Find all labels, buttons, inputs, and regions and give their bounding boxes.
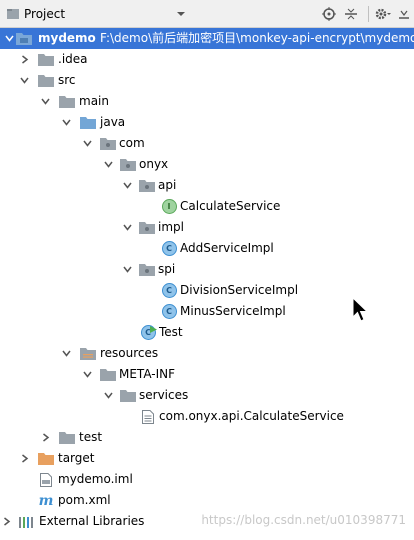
chevron-down-icon[interactable]	[18, 70, 30, 91]
package-icon	[99, 133, 117, 154]
project-title: Project	[24, 7, 66, 21]
module-name: mydemo	[38, 31, 96, 45]
tree-row-resources[interactable]: resources	[0, 343, 414, 364]
chevron-down-icon[interactable]	[60, 112, 72, 133]
tree-label: com.onyx.api.CalculateService	[159, 409, 344, 423]
tree-row-java[interactable]: java	[0, 112, 414, 133]
tree-row-mydemo[interactable]: mydemo F:\demo\前后端加密项目\monkey-api-encryp…	[0, 28, 414, 49]
runnable-class-icon: C	[139, 322, 157, 343]
chevron-right-icon[interactable]	[0, 511, 12, 532]
tree-row-service-file[interactable]: com.onyx.api.CalculateService	[0, 406, 414, 427]
folder-icon	[119, 385, 137, 406]
chevron-right-icon[interactable]	[39, 427, 51, 448]
chevron-down-icon[interactable]	[102, 385, 114, 406]
watermark: https://blog.csdn.net/u010398771	[201, 513, 406, 527]
tree-row-services[interactable]: services	[0, 385, 414, 406]
tree-label: Test	[159, 325, 183, 339]
tree-label: impl	[158, 220, 184, 234]
hide-icon[interactable]	[398, 0, 410, 28]
tree-label: MinusServiceImpl	[180, 304, 286, 318]
package-icon	[119, 154, 137, 175]
tree-row-target[interactable]: target	[0, 448, 414, 469]
tree-label: .idea	[58, 52, 88, 66]
tree-row-meta-inf[interactable]: META-INF	[0, 364, 414, 385]
tree-label: test	[79, 430, 103, 444]
chevron-down-icon[interactable]	[39, 91, 51, 112]
tree-row-test-folder[interactable]: test	[0, 427, 414, 448]
chevron-down-icon[interactable]	[81, 364, 93, 385]
tree-row-iml[interactable]: mydemo.iml	[0, 469, 414, 490]
module-path: F:\demo\前后端加密项目\monkey-api-encrypt\mydem…	[100, 31, 414, 45]
package-icon	[138, 175, 156, 196]
class-icon: C	[160, 238, 178, 259]
tree-label: com	[119, 136, 145, 150]
source-folder-icon	[79, 112, 97, 133]
class-icon: C	[160, 280, 178, 301]
folder-icon	[37, 70, 55, 91]
tree-label: AddServiceImpl	[180, 241, 274, 255]
folder-icon	[99, 364, 117, 385]
tree-row-calculate-service[interactable]: I CalculateService	[0, 196, 414, 217]
tree-label: pom.xml	[58, 493, 111, 507]
tree-label: src	[58, 73, 76, 87]
tree-label: onyx	[139, 157, 169, 171]
folder-icon	[58, 427, 76, 448]
maven-icon: m	[38, 492, 54, 509]
chevron-right-icon[interactable]	[18, 49, 30, 70]
tree-label: spi	[158, 262, 176, 276]
package-icon	[138, 259, 156, 280]
libraries-icon	[17, 511, 35, 532]
tree-label: resources	[100, 346, 159, 360]
tree-row-pom[interactable]: m pom.xml	[0, 490, 414, 511]
tree-row-add-service-impl[interactable]: C AddServiceImpl	[0, 238, 414, 259]
project-view-icon[interactable]	[6, 0, 20, 28]
tree-label: CalculateService	[180, 199, 281, 213]
tree-label: DivisionServiceImpl	[180, 283, 299, 297]
package-icon	[138, 217, 156, 238]
chevron-down-icon[interactable]	[60, 343, 72, 364]
iml-file-icon	[37, 469, 55, 490]
collapse-icon[interactable]	[344, 0, 358, 28]
chevron-down-icon[interactable]	[102, 154, 114, 175]
tree-label: mydemo.iml	[58, 472, 133, 486]
chevron-right-icon[interactable]	[18, 448, 30, 469]
excluded-folder-icon	[37, 448, 55, 469]
chevron-down-icon[interactable]	[121, 217, 133, 238]
tree-row-com[interactable]: com	[0, 133, 414, 154]
module-folder-icon	[15, 28, 33, 49]
tree-label: META-INF	[119, 367, 176, 381]
tree-row-idea[interactable]: .idea	[0, 49, 414, 70]
chevron-down-icon[interactable]	[81, 133, 93, 154]
tree-row-src[interactable]: src	[0, 70, 414, 91]
tree-row-test-class[interactable]: C Test	[0, 322, 414, 343]
chevron-down-icon[interactable]	[121, 175, 133, 196]
chevron-down-icon[interactable]	[3, 28, 15, 49]
tree-label: target	[58, 451, 95, 465]
project-tree: mydemo F:\demo\前后端加密项目\monkey-api-encryp…	[0, 28, 414, 540]
tree-row-spi[interactable]: spi	[0, 259, 414, 280]
resources-folder-icon	[79, 343, 97, 364]
class-icon: C	[160, 301, 178, 322]
folder-icon	[58, 91, 76, 112]
tree-row-onyx[interactable]: onyx	[0, 154, 414, 175]
tree-row-api[interactable]: api	[0, 175, 414, 196]
project-toolbar: Project	[0, 0, 414, 28]
tree-label: api	[158, 178, 177, 192]
tree-label: External Libraries	[39, 514, 145, 528]
tree-label: java	[100, 115, 126, 129]
interface-icon: I	[160, 196, 178, 217]
folder-icon	[37, 49, 55, 70]
gear-icon[interactable]	[374, 0, 392, 28]
dropdown-arrow-icon[interactable]	[176, 0, 186, 28]
tree-label: services	[139, 388, 189, 402]
project-view-title[interactable]: Project	[24, 0, 65, 28]
chevron-down-icon[interactable]	[121, 259, 133, 280]
tree-label: main	[79, 94, 109, 108]
tree-row-impl[interactable]: impl	[0, 217, 414, 238]
mouse-cursor-icon	[352, 296, 370, 323]
separator	[368, 0, 369, 28]
tree-row-main[interactable]: main	[0, 91, 414, 112]
target-icon[interactable]	[322, 0, 336, 28]
text-file-icon	[139, 406, 157, 427]
